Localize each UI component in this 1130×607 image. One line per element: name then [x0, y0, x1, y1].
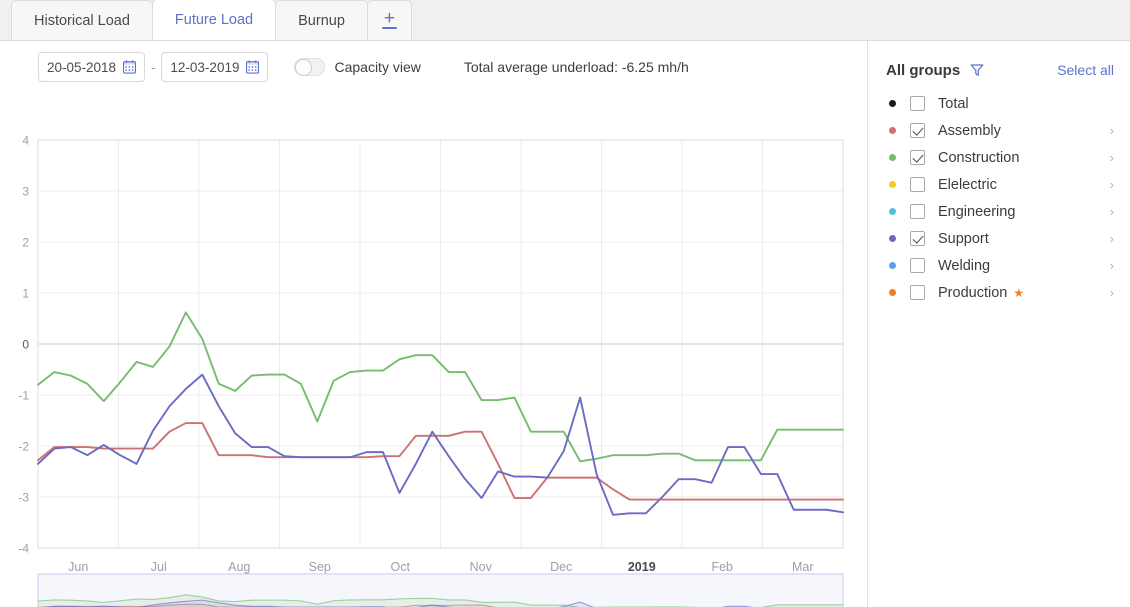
- app-root: Historical Load Future Load Burnup + 20-…: [0, 0, 1130, 607]
- group-checkbox[interactable]: [910, 258, 925, 273]
- tab-burnup[interactable]: Burnup: [275, 0, 368, 40]
- chevron-right-icon[interactable]: ›: [1110, 123, 1114, 138]
- main-panel: 20-05-2018: [0, 41, 1130, 607]
- group-row-construction[interactable]: Construction ›: [886, 144, 1116, 171]
- group-color-dot: [889, 262, 896, 269]
- group-checkbox[interactable]: [910, 96, 925, 111]
- group-checkbox[interactable]: [910, 123, 925, 138]
- date-to-value: 12-03-2019: [170, 60, 239, 75]
- chart-canvas[interactable]: 4 3 2 1 0 -1 -2 -3 -4 Jun Jul Aug Sep Oct Nov Dec 2019 Fe…: [0, 93, 868, 607]
- x-axis-tick-label: Jun: [68, 560, 88, 574]
- tab-historical-load[interactable]: Historical Load: [11, 0, 153, 40]
- x-axis-tick-label: Sep: [309, 560, 331, 574]
- chart-gridlines: 4 3 2 1 0 -1 -2 -3 -4: [18, 134, 843, 556]
- group-color-dot: [889, 127, 896, 134]
- y-axis-tick-label: 1: [22, 287, 29, 301]
- plus-glyph: +: [384, 12, 395, 25]
- y-axis-tick-label: 3: [22, 185, 29, 199]
- group-checkbox[interactable]: [910, 204, 925, 219]
- tab-label: Burnup: [298, 13, 345, 29]
- calendar-icon: [246, 60, 259, 74]
- group-label: Support: [938, 231, 989, 247]
- groups-sidebar: All groups Select all TotalAssembly›Cons…: [868, 41, 1130, 607]
- group-row-total[interactable]: Total: [886, 90, 1116, 117]
- favourite-star-icon[interactable]: ★: [1013, 287, 1024, 299]
- chevron-right-icon[interactable]: ›: [1110, 204, 1114, 219]
- y-axis-tick-label: 2: [22, 236, 29, 250]
- y-axis-tick-label: 0: [22, 338, 29, 352]
- group-row-support[interactable]: Support ›: [886, 225, 1116, 252]
- group-color-dot: [889, 235, 896, 242]
- date-from-value: 20-05-2018: [47, 60, 116, 75]
- y-axis-tick-label: -2: [18, 440, 29, 454]
- group-color-dot: [889, 181, 896, 188]
- date-range-separator: -: [151, 60, 155, 75]
- x-axis-tick-label: Nov: [470, 560, 493, 574]
- x-axis-tick-label: Aug: [228, 560, 250, 574]
- select-all-link[interactable]: Select all: [1057, 62, 1114, 78]
- sidebar-header: All groups Select all: [886, 58, 1114, 82]
- tabbar-left-spacer: [0, 39, 11, 40]
- group-color-dot: [889, 289, 896, 296]
- group-label: Elelectric: [938, 177, 997, 193]
- chevron-right-icon[interactable]: ›: [1110, 231, 1114, 246]
- add-tab-button[interactable]: +: [367, 0, 412, 40]
- group-label: Welding: [938, 258, 990, 274]
- group-label: Construction: [938, 150, 1019, 166]
- x-axis-tick-label: Oct: [391, 560, 411, 574]
- y-axis-tick-label: -4: [18, 542, 29, 556]
- sidebar-title: All groups: [886, 62, 960, 79]
- group-row-elelectric[interactable]: Elelectric ›: [886, 171, 1116, 198]
- group-checkbox[interactable]: [910, 285, 925, 300]
- group-row-welding[interactable]: Welding ›: [886, 252, 1116, 279]
- tab-label: Historical Load: [34, 13, 130, 29]
- tab-future-load[interactable]: Future Load: [152, 0, 276, 40]
- chevron-right-icon[interactable]: ›: [1110, 150, 1114, 165]
- chart-navigator[interactable]: [38, 574, 843, 607]
- x-axis-tick-label: Jul: [151, 560, 167, 574]
- toggle-knob: [295, 59, 312, 76]
- chevron-right-icon[interactable]: ›: [1110, 285, 1114, 300]
- date-from-input[interactable]: 20-05-2018: [38, 52, 145, 82]
- tab-label: Future Load: [175, 12, 253, 28]
- group-color-dot: [889, 154, 896, 161]
- x-axis-tick-label: 2019: [628, 560, 656, 574]
- toggle-track[interactable]: [294, 58, 325, 76]
- capacity-view-toggle[interactable]: Capacity view: [294, 58, 420, 76]
- add-underline-icon: +: [382, 12, 397, 30]
- chevron-right-icon[interactable]: ›: [1110, 177, 1114, 192]
- group-row-engineering[interactable]: Engineering ›: [886, 198, 1116, 225]
- group-row-production[interactable]: Production ★ ›: [886, 279, 1116, 306]
- chart-toolbar: 20-05-2018: [0, 41, 868, 93]
- group-checkbox[interactable]: [910, 231, 925, 246]
- funnel-icon[interactable]: [969, 62, 985, 78]
- future-load-chart[interactable]: 4 3 2 1 0 -1 -2 -3 -4 Jun Jul Aug Sep Oct Nov Dec 2019 Fe…: [0, 93, 868, 607]
- group-label: Assembly: [938, 123, 1001, 139]
- underline-bar: [382, 27, 397, 30]
- calendar-icon: [123, 60, 136, 74]
- date-to-input[interactable]: 12-03-2019: [161, 52, 268, 82]
- group-label: Total: [938, 96, 969, 112]
- x-axis-tick-labels: Jun Jul Aug Sep Oct Nov Dec 2019 Feb Mar: [68, 560, 813, 574]
- tab-bar: Historical Load Future Load Burnup +: [0, 0, 1130, 41]
- x-axis-tick-label: Mar: [792, 560, 814, 574]
- group-color-dot: [889, 100, 896, 107]
- y-axis-tick-label: -3: [18, 491, 29, 505]
- y-axis-tick-label: -1: [18, 389, 29, 403]
- group-label: Engineering: [938, 204, 1015, 220]
- group-list: TotalAssembly›Construction›Elelectric›En…: [886, 90, 1116, 306]
- x-axis-tick-label: Feb: [711, 560, 733, 574]
- group-label: Production: [938, 285, 1007, 301]
- x-axis-tick-label: Dec: [550, 560, 572, 574]
- chevron-right-icon[interactable]: ›: [1110, 258, 1114, 273]
- total-average-underload: Total average underload: -6.25 mh/h: [464, 59, 689, 75]
- group-checkbox[interactable]: [910, 150, 925, 165]
- y-axis-tick-label: 4: [22, 134, 29, 148]
- chart-column: 20-05-2018: [0, 41, 868, 607]
- group-row-assembly[interactable]: Assembly ›: [886, 117, 1116, 144]
- group-checkbox[interactable]: [910, 177, 925, 192]
- group-color-dot: [889, 208, 896, 215]
- capacity-view-label: Capacity view: [334, 59, 420, 75]
